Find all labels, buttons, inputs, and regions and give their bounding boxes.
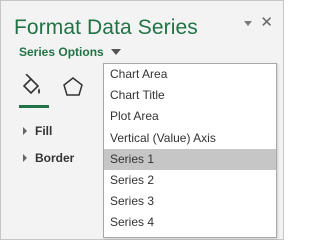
chart-elements-dropdown-list: Chart Area Chart Title Plot Area Vertica… — [103, 63, 277, 238]
expand-triangle-icon — [23, 127, 27, 135]
dropdown-item-series-4[interactable]: Series 4 — [104, 212, 276, 233]
pentagon-icon — [63, 77, 83, 96]
dropdown-item-chart-area[interactable]: Chart Area — [104, 64, 276, 85]
dropdown-item-series-1[interactable]: Series 1 — [104, 148, 276, 170]
close-icon[interactable]: ✕ — [260, 15, 273, 30]
chevron-down-icon[interactable] — [244, 21, 253, 26]
paint-bucket-icon — [22, 74, 40, 95]
active-tab-indicator — [19, 105, 49, 108]
dropdown-item-chart-title[interactable]: Chart Title — [104, 85, 276, 106]
section-fill-label: Fill — [35, 124, 53, 138]
series-options-label: Series Options — [19, 45, 104, 59]
expand-triangle-icon — [23, 154, 27, 162]
series-options-dropdown[interactable]: Series Options — [19, 45, 121, 59]
format-tabs — [17, 73, 87, 101]
dropdown-item-series-2[interactable]: Series 2 — [104, 170, 276, 191]
dropdown-item-vertical-value-axis[interactable]: Vertical (Value) Axis — [104, 128, 276, 149]
pane-title: Format Data Series — [14, 16, 198, 39]
section-fill[interactable]: Fill — [23, 124, 52, 138]
dropdown-item-series-3[interactable]: Series 3 — [104, 191, 276, 212]
pane-controls: ✕ — [244, 15, 273, 30]
caret-down-icon — [110, 49, 121, 55]
section-border-label: Border — [35, 151, 75, 165]
tab-fill-line[interactable] — [17, 73, 45, 101]
dropdown-item-plot-area[interactable]: Plot Area — [104, 106, 276, 127]
section-border[interactable]: Border — [23, 151, 74, 165]
tab-effects[interactable] — [59, 73, 87, 101]
